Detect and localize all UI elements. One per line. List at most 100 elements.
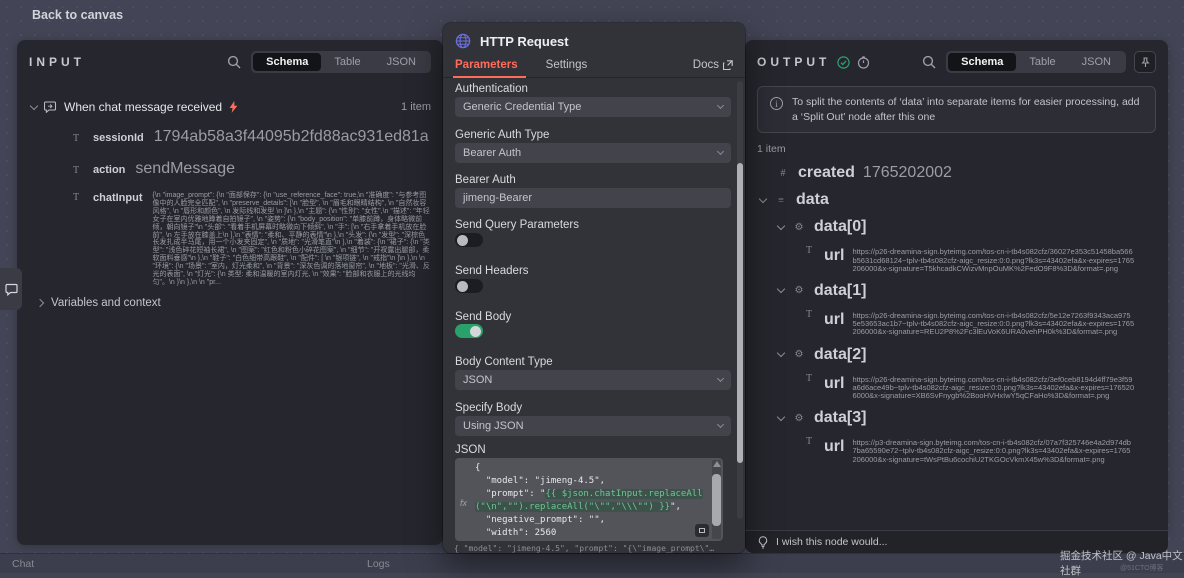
split-out-hint-callout: i To split the contents of ‘data’ into s… [757, 86, 1156, 133]
body-content-type-select[interactable]: JSON [455, 370, 731, 390]
docs-label: Docs [693, 59, 719, 71]
bottom-tab-logs[interactable]: Logs [367, 558, 390, 570]
field-key: url [824, 438, 844, 456]
input-tab-json[interactable]: JSON [374, 53, 429, 71]
chevron-down-icon[interactable] [759, 195, 767, 203]
output-view-tabs: Schema Table JSON [946, 51, 1126, 73]
code-line: ", [670, 502, 681, 512]
chat-trigger-node-icon [44, 101, 57, 113]
expression-segment: {{ $json.chatInput.replaceAll [545, 489, 702, 499]
scrollbar-up-arrow[interactable] [713, 461, 721, 467]
generic-auth-type-value: Bearer Auth [463, 147, 521, 159]
back-to-canvas-link[interactable]: Back to canvas [32, 8, 123, 22]
chat-toggle-tab[interactable] [0, 268, 22, 310]
output-url-row[interactable]: T url https://p3-dreamina-sign.byteimg.c… [802, 436, 1168, 464]
output-field-created[interactable]: # created 1765202002 [776, 164, 1168, 182]
chevron-down-icon[interactable] [30, 101, 38, 109]
send-query-parameters-toggle[interactable] [455, 233, 483, 247]
input-field-chatinput[interactable]: T chatInput {\n "image_prompt": {\n "面部保… [69, 192, 431, 287]
input-field-action[interactable]: T action sendMessage [69, 160, 431, 178]
fx-badge: fx [460, 498, 467, 508]
input-field-sessionid[interactable]: T sessionId 1794ab58a3f44095b2fd88ac931e… [69, 128, 431, 146]
toggle-knob [457, 281, 468, 292]
body-content-type-value: JSON [463, 374, 492, 386]
input-tab-schema[interactable]: Schema [253, 53, 321, 71]
output-url-row[interactable]: T url https://p26-dreamina-sign.byteimg.… [802, 245, 1168, 273]
output-tab-table[interactable]: Table [1016, 53, 1068, 71]
docs-link[interactable]: Docs [693, 59, 733, 77]
output-items-count: 1 item [757, 143, 1156, 155]
pin-data-button[interactable] [1134, 51, 1156, 73]
input-node-title: When chat message received [64, 100, 222, 114]
field-key: url [824, 311, 844, 329]
search-icon[interactable] [922, 55, 936, 69]
send-body-toggle[interactable] [455, 324, 483, 338]
field-value: sendMessage [135, 160, 235, 178]
code-line: "width": 2560 [475, 528, 556, 538]
bearer-auth-value: jimeng-Bearer [463, 192, 532, 204]
authentication-value: Generic Credential Type [463, 101, 581, 113]
text-type-icon: T [802, 245, 816, 256]
output-panel-title: OUTPUT [757, 55, 830, 69]
input-tab-table[interactable]: Table [321, 53, 373, 71]
chevron-down-icon[interactable] [777, 412, 785, 420]
output-url-row[interactable]: T url https://p26-dreamina-sign.byteimg.… [802, 373, 1168, 401]
object-icon: ⚙ [792, 285, 806, 296]
output-field-data[interactable]: ≡ data [760, 191, 1168, 209]
bottom-bar: Chat Logs [0, 553, 1184, 573]
http-panel-scrollbar-thumb[interactable] [737, 163, 743, 463]
generic-auth-type-select[interactable]: Bearer Auth [455, 143, 731, 163]
json-code-editor[interactable]: fx { "model": "jimeng-4.5", "prompt": "{… [455, 458, 723, 541]
json-code-content[interactable]: { "model": "jimeng-4.5", "prompt": "{{ $… [475, 462, 709, 540]
tab-parameters[interactable]: Parameters [455, 59, 520, 77]
bearer-auth-credential-field[interactable]: jimeng-Bearer [455, 188, 731, 208]
generic-auth-type-label: Generic Auth Type [455, 129, 549, 141]
http-request-node-panel: HTTP Request Parameters Settings Docs Au… [443, 23, 745, 553]
code-line: "model": "jimeng-4.5", [475, 476, 605, 486]
send-query-parameters-label: Send Query Parameters [455, 219, 579, 231]
chevron-down-icon[interactable] [777, 222, 785, 230]
editor-scrollbar-thumb[interactable] [712, 474, 721, 526]
text-type-icon: T [69, 133, 83, 144]
variables-and-context-row[interactable]: Variables and context [37, 297, 431, 309]
output-entry-data3[interactable]: ⚙ data[3] [778, 409, 1168, 427]
object-icon: ⚙ [792, 222, 806, 233]
code-line: "negative_prompt": "", [475, 515, 605, 525]
field-key: chatInput [93, 192, 143, 204]
bearer-auth-label: Bearer Auth [455, 174, 516, 186]
http-panel-title: HTTP Request [480, 34, 569, 49]
object-icon: ⚙ [792, 413, 806, 424]
send-headers-toggle[interactable] [455, 279, 483, 293]
field-key: created [798, 164, 855, 182]
output-panel-header: OUTPUT Schema Table JSON [745, 40, 1168, 82]
output-entry-data0[interactable]: ⚙ data[0] [778, 218, 1168, 236]
object-icon: ⚙ [792, 349, 806, 360]
expression-segment: ("\n","").replaceAll("\"","\\\"") }} [475, 502, 670, 512]
expand-editor-icon[interactable] [695, 524, 709, 537]
output-tab-schema[interactable]: Schema [948, 53, 1016, 71]
chevron-down-icon[interactable] [777, 349, 785, 357]
output-entry-data1[interactable]: ⚙ data[1] [778, 282, 1168, 300]
specify-body-select[interactable]: Using JSON [455, 416, 731, 436]
chat-bubble-icon [5, 283, 18, 296]
chevron-down-icon[interactable] [777, 285, 785, 293]
output-tab-json[interactable]: JSON [1069, 53, 1124, 71]
url-value: https://p26-dreamina-sign.byteimg.com/to… [852, 248, 1134, 273]
toggle-knob [470, 326, 481, 337]
body-content-type-label: Body Content Type [455, 356, 553, 368]
entry-name: data[2] [814, 346, 866, 364]
input-source-node-row[interactable]: When chat message received 1 item [31, 100, 431, 114]
list-icon: ≡ [774, 195, 788, 206]
text-type-icon: T [802, 373, 816, 384]
output-entry-data2[interactable]: ⚙ data[2] [778, 346, 1168, 364]
chevron-down-icon [717, 421, 724, 428]
number-type-icon: # [776, 168, 790, 179]
tab-settings[interactable]: Settings [546, 59, 588, 77]
authentication-select[interactable]: Generic Credential Type [455, 97, 731, 117]
input-panel-title: INPUT [29, 55, 85, 69]
output-url-row[interactable]: T url https://p26-dreamina-sign.byteimg.… [802, 309, 1168, 337]
bottom-tab-chat[interactable]: Chat [12, 558, 34, 570]
search-icon[interactable] [227, 55, 241, 69]
entry-name: data[1] [814, 282, 866, 300]
watermark-subtext: @51CTO博客 [1120, 563, 1164, 573]
